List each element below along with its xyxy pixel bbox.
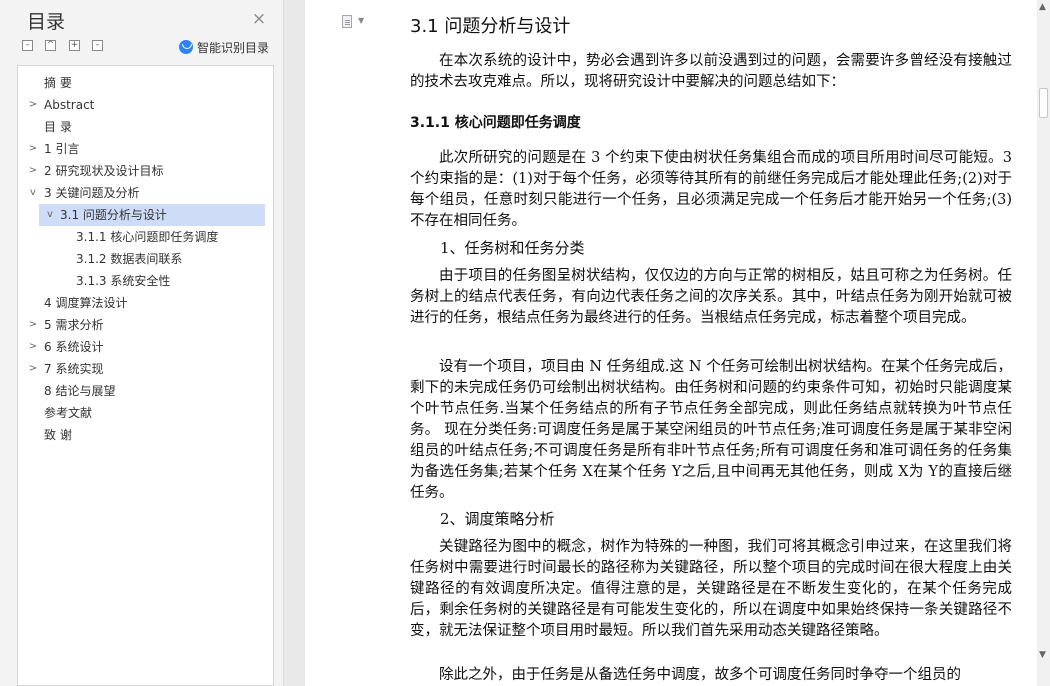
toc-title: 目录	[27, 11, 66, 33]
smart-toc-icon	[179, 40, 193, 54]
toc-item-label: Abstract	[44, 98, 95, 112]
toc-item-label: 致 谢	[44, 428, 72, 442]
toc-item-label: 2 研究现状及设计目标	[44, 164, 164, 178]
scroll-up-icon[interactable]: ▲	[1039, 2, 1046, 12]
toc-item-label: 5 需求分析	[44, 318, 104, 332]
toc-item-ch2[interactable]: > 2 研究现状及设计目标	[18, 160, 273, 182]
toc-item-abstract-cn[interactable]: 摘 要	[18, 72, 273, 94]
subheading-strategy: 2、调度策略分析	[440, 510, 555, 528]
toc-item-label: 参考文献	[44, 406, 93, 420]
scroll-thumb[interactable]	[1039, 88, 1048, 118]
smart-toc-label: 智能识别目录	[197, 40, 270, 55]
chevron-down-icon[interactable]: v	[28, 182, 38, 204]
toc-item-ch3[interactable]: v 3 关键问题及分析	[18, 182, 273, 204]
toc-item-references[interactable]: 参考文献	[18, 402, 273, 424]
toc-item-3-1-2[interactable]: 3.1.2 数据表间联系	[18, 248, 273, 270]
toc-item-3-1-1[interactable]: 3.1.1 核心问题即任务调度	[18, 226, 273, 248]
toc-item-label: 8 结论与展望	[44, 384, 116, 398]
add-heading-button[interactable]: +	[69, 40, 80, 51]
document-page[interactable]: ▼ 3.1 问题分析与设计 在本次系统的设计中，势必会遇到许多以前没遇到过的问题…	[305, 0, 1038, 686]
paragraph-problem: 此次所研究的问题是在 3 个约束下使由树状任务集组合而成的项目所用时间尽可能短。…	[410, 150, 1012, 229]
toc-item-ch6[interactable]: > 6 系统设计	[18, 336, 273, 358]
paragraph-task-classes: 设有一个项目，项目由 N 任务组成.这 N 个任务可绘制出树状结构。在某个任务完…	[410, 359, 1012, 501]
collapse-all-button[interactable]: -	[22, 40, 33, 51]
toc-item-label: 3.1.1 核心问题即任务调度	[76, 230, 219, 244]
toc-item-acknowledgements[interactable]: 致 谢	[18, 424, 273, 446]
chevron-right-icon[interactable]: >	[28, 358, 38, 380]
paragraph-continued: 除此之外，由于任务是从备选任务中调度，故多个可调度任务同时争夺一个组员的	[439, 667, 961, 683]
toc-item-label: 3 关键问题及分析	[44, 186, 140, 200]
toc-item-label: 目 录	[44, 120, 72, 134]
document-paper-icon	[342, 15, 352, 28]
chevron-right-icon[interactable]: >	[28, 94, 38, 116]
chevron-right-icon[interactable]: >	[28, 138, 38, 160]
toc-item-3-1[interactable]: v 3.1 问题分析与设计	[39, 204, 265, 226]
toc-item-ch7[interactable]: > 7 系统实现	[18, 358, 273, 380]
toc-item-ch4[interactable]: 4 调度算法设计	[18, 292, 273, 314]
caret-down-icon: ▼	[358, 16, 365, 25]
toc-item-label: 3.1 问题分析与设计	[60, 208, 167, 222]
toc-item-ch1[interactable]: > 1 引言	[18, 138, 273, 160]
heading-3-1: 3.1 问题分析与设计	[410, 16, 571, 37]
document-area: ▼ 3.1 问题分析与设计 在本次系统的设计中，势必会遇到许多以前没遇到过的问题…	[285, 0, 1050, 686]
chevron-right-icon[interactable]: >	[28, 314, 38, 336]
toc-item-label: 6 系统设计	[44, 340, 104, 354]
close-icon[interactable]: ×	[251, 11, 267, 28]
toc-item-contents[interactable]: 目 录	[18, 116, 273, 138]
paragraph-critical-path: 关键路径为图中的概念，树作为特殊的一种图，我们可将其概念引申过来，在这里我们将任…	[410, 539, 1012, 639]
toc-item-label: 4 调度算法设计	[44, 296, 128, 310]
toc-item-label: 3.1.3 系统安全性	[76, 274, 171, 288]
scroll-down-icon[interactable]: ▼	[1039, 650, 1046, 660]
paragraph-task-tree: 由于项目的任务图呈树状结构，仅仅边的方向与正常的树相反，姑且可称之为任务树。任务…	[410, 268, 1012, 326]
vertical-scrollbar[interactable]: ▲ ▼	[1037, 0, 1050, 686]
toc-item-label: 7 系统实现	[44, 362, 104, 376]
chevron-right-icon[interactable]: >	[28, 336, 38, 358]
smart-toc-button[interactable]: 智能识别目录	[179, 39, 269, 55]
toc-item-abstract[interactable]: > Abstract	[18, 94, 273, 116]
remove-heading-button[interactable]: -	[92, 40, 103, 51]
chevron-down-icon[interactable]: v	[45, 204, 55, 226]
chevron-right-icon[interactable]: >	[28, 160, 38, 182]
move-up-button[interactable]: ^	[45, 40, 56, 51]
heading-3-1-1: 3.1.1 核心问题即任务调度	[410, 115, 581, 131]
paragraph-intro: 在本次系统的设计中，势必会遇到许多以前没遇到过的问题，会需要许多曾经没有接触过的…	[410, 53, 1012, 90]
toc-item-label: 1 引言	[44, 142, 80, 156]
toc-item-label: 3.1.2 数据表间联系	[76, 252, 183, 266]
toc-item-ch5[interactable]: > 5 需求分析	[18, 314, 273, 336]
document-icon[interactable]: ▼	[342, 15, 370, 31]
subheading-task-tree: 1、任务树和任务分类	[440, 239, 585, 257]
toc-item-3-1-3[interactable]: 3.1.3 系统安全性	[18, 270, 273, 292]
toc-item-label: 摘 要	[44, 76, 72, 90]
toc-list: 摘 要 > Abstract 目 录 > 1 引言 > 2 研究现状及设计目标 …	[17, 65, 274, 686]
toc-panel: 目录 × - ^ + - 智能识别目录 摘 要 > Abstract 目 录 >…	[0, 0, 284, 686]
toc-item-ch8[interactable]: 8 结论与展望	[18, 380, 273, 402]
